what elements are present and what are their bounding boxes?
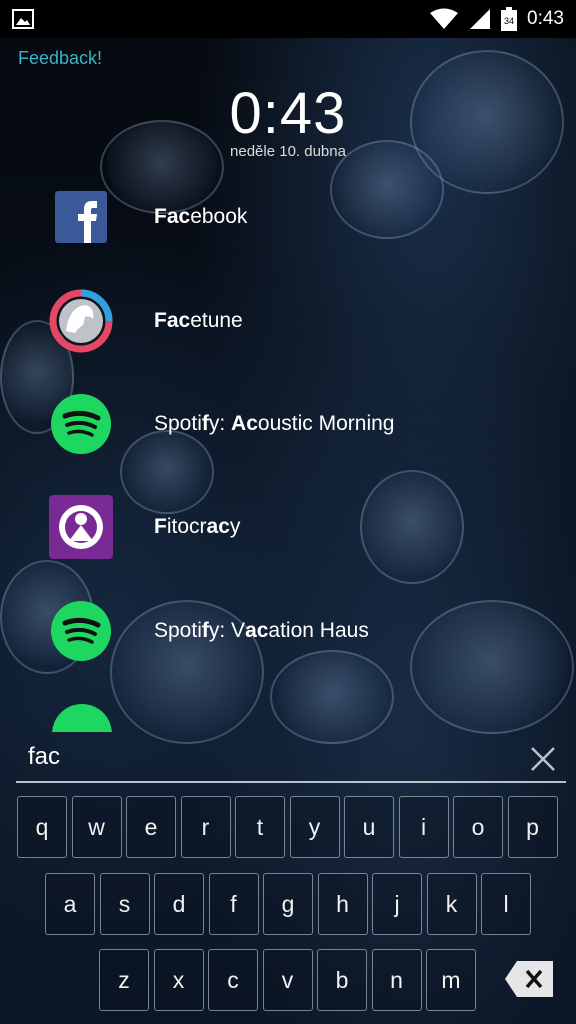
key-h[interactable]: h (317, 873, 368, 935)
search-bar (16, 737, 566, 783)
key-x[interactable]: x (153, 949, 204, 1011)
key-d[interactable]: d (154, 873, 204, 935)
facetune-icon (49, 289, 113, 353)
key-q[interactable]: q (17, 796, 67, 858)
feedback-link[interactable]: Feedback! (18, 48, 102, 69)
key-i[interactable]: i (398, 796, 449, 858)
key-m[interactable]: m (426, 949, 476, 1011)
spotify-icon (52, 704, 112, 732)
key-y[interactable]: y (289, 796, 340, 858)
key-l[interactable]: l (481, 873, 531, 935)
result-label-segment: ation Haus (268, 619, 369, 642)
result-label-segment: etune (190, 309, 243, 332)
result-label: Facetune (154, 309, 243, 333)
search-input[interactable] (16, 737, 520, 777)
status-time: 0:43 (527, 8, 564, 29)
result-label-segment: Spoti (154, 619, 202, 642)
result-item[interactable]: Fitocracy (0, 492, 576, 562)
result-label: Fitocracy (154, 515, 240, 539)
result-label-segment: F (154, 515, 167, 538)
key-o[interactable]: o (453, 796, 503, 858)
result-label-segment: Spoti (154, 412, 202, 435)
wifi-icon (430, 8, 459, 29)
key-c[interactable]: c (208, 949, 258, 1011)
key-s[interactable]: s (99, 873, 150, 935)
result-label: Spotify: Acoustic Morning (154, 412, 394, 436)
result-item[interactable]: Facebook (0, 182, 576, 252)
key-v[interactable]: v (262, 949, 313, 1011)
key-b[interactable]: b (317, 949, 367, 1011)
key-g[interactable]: g (263, 873, 313, 935)
key-z[interactable]: z (99, 949, 149, 1011)
result-label: Facebook (154, 205, 247, 229)
fitocracy-icon (49, 495, 113, 559)
result-label-segment: oustic Morning (257, 412, 395, 435)
result-label-segment: Fac (154, 309, 191, 332)
key-a[interactable]: a (45, 873, 95, 935)
result-item[interactable]: Spotify: Vacation Haus (0, 596, 576, 666)
key-r[interactable]: r (180, 796, 231, 858)
signal-icon (470, 9, 491, 29)
result-label-segment: ebook (190, 205, 248, 228)
result-item[interactable]: Spotify: Acoustic Morning (0, 389, 576, 459)
key-j[interactable]: j (372, 873, 422, 935)
backspace-icon[interactable] (503, 959, 555, 999)
key-w[interactable]: w (71, 796, 122, 858)
result-label-segment: ac (245, 619, 269, 642)
spotify-icon (49, 599, 113, 663)
key-f[interactable]: f (208, 873, 259, 935)
result-label-segment: y (229, 515, 241, 538)
key-u[interactable]: u (344, 796, 394, 858)
battery-icon: 34 (501, 7, 518, 31)
svg-text:34: 34 (504, 16, 514, 26)
lockscreen-date: neděle 10. dubna (230, 143, 346, 160)
image-notification-icon (12, 9, 34, 29)
spotify-icon (49, 392, 113, 456)
result-label-segment: y: V (208, 619, 246, 642)
result-label-segment: Ac (231, 412, 258, 435)
result-label-segment: Fac (154, 205, 191, 228)
lockscreen-clock: 0:43 (229, 81, 347, 146)
key-n[interactable]: n (371, 949, 422, 1011)
result-label-segment: f (201, 412, 209, 435)
result-label: Spotify: Vacation Haus (154, 619, 369, 643)
result-label-segment: itocr (166, 515, 207, 538)
result-label-segment: f (201, 619, 209, 642)
clear-search-icon[interactable] (528, 744, 558, 774)
status-bar: 34 0:43 (0, 0, 576, 38)
result-item[interactable]: Facetune (0, 286, 576, 356)
result-label-segment: y: (208, 412, 232, 435)
key-p[interactable]: p (507, 796, 558, 858)
on-screen-keyboard: qwertyuiop asdfghjkl zxcvbnm (0, 786, 576, 1024)
key-e[interactable]: e (126, 796, 176, 858)
key-k[interactable]: k (426, 873, 477, 935)
key-t[interactable]: t (235, 796, 285, 858)
result-label-segment: ac (206, 515, 230, 538)
facebook-icon (49, 185, 113, 249)
